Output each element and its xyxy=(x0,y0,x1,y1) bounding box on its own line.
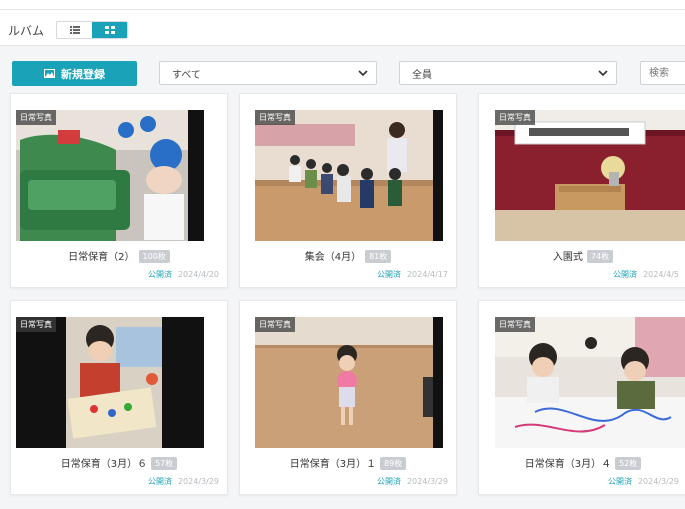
grid-icon xyxy=(104,26,115,34)
new-album-button[interactable]: 新規登録 xyxy=(12,61,137,86)
album-title: 集会（4月） xyxy=(304,252,362,263)
search-input[interactable] xyxy=(640,61,685,85)
top-bar: ルバム xyxy=(0,0,685,46)
status-label: 公開済 xyxy=(613,270,638,279)
chevron-down-icon xyxy=(358,70,368,77)
album-date: 2024/3/29 xyxy=(637,477,679,486)
photo-count-badge: 81枚 xyxy=(365,250,392,263)
grid-view-button[interactable] xyxy=(92,22,127,38)
album-meta: 公開済 2024/3/29 xyxy=(608,476,679,487)
album-thumbnail[interactable]: 日常写真 xyxy=(255,317,443,448)
photo-count-badge: 89枚 xyxy=(380,457,407,470)
album-card[interactable]: 日常写真 日常保育（2） 100枚 公開済 2024/4/20 xyxy=(10,93,228,288)
album-meta: 公開済 2024/4/17 xyxy=(377,269,448,280)
status-label: 公開済 xyxy=(376,477,401,486)
status-label: 公開済 xyxy=(147,270,172,279)
view-toggle[interactable] xyxy=(56,21,128,39)
category-tag: 日常写真 xyxy=(16,317,56,332)
album-title-row: 入園式 74枚 xyxy=(479,248,685,263)
image-icon xyxy=(44,69,55,78)
album-card[interactable]: 日常写真 入園式 74枚 公開済 2024/4/5 xyxy=(478,93,685,288)
album-thumbnail[interactable]: 日常写真 xyxy=(255,110,443,241)
category-tag: 日常写真 xyxy=(16,110,56,125)
list-icon xyxy=(69,26,80,34)
album-title: 日常保育（3月）１ xyxy=(289,459,377,470)
album-meta: 公開済 2024/4/5 xyxy=(613,269,679,280)
category-tag: 日常写真 xyxy=(255,110,295,125)
album-thumbnail[interactable]: 日常写真 xyxy=(16,317,204,448)
category-filter-value: すべて xyxy=(172,69,201,81)
category-tag: 日常写真 xyxy=(255,317,295,332)
photo-count-badge: 74枚 xyxy=(586,250,614,263)
category-tag: 日常写真 xyxy=(495,110,535,125)
status-label: 公開済 xyxy=(147,477,172,486)
album-title: 入園式 xyxy=(552,252,583,263)
new-album-label: 新規登録 xyxy=(61,67,105,81)
album-title-row: 日常保育（2） 100枚 xyxy=(11,248,227,263)
category-tag: 日常写真 xyxy=(495,317,535,332)
album-photo xyxy=(16,110,204,241)
album-meta: 公開済 2024/3/29 xyxy=(148,476,219,487)
status-label: 公開済 xyxy=(607,477,632,486)
album-title: 日常保育（3月）４ xyxy=(524,459,612,470)
album-photo xyxy=(495,317,685,448)
chevron-down-icon xyxy=(598,70,608,77)
toolbar: 新規登録 すべて 全員 xyxy=(0,46,685,96)
album-title-row: 日常保育（3月）４ 52枚 xyxy=(479,455,685,470)
album-meta: 公開済 2024/3/29 xyxy=(377,476,448,487)
album-thumbnail[interactable]: 日常写真 xyxy=(16,110,204,241)
list-view-button[interactable] xyxy=(57,22,92,38)
status-label: 公開済 xyxy=(376,270,401,279)
album-date: 2024/3/29 xyxy=(406,477,448,486)
photo-count-badge: 100枚 xyxy=(138,250,170,263)
album-title: 日常保育（2） xyxy=(68,252,135,263)
album-photo xyxy=(255,110,443,241)
album-title-row: 日常保育（3月）１ 89枚 xyxy=(240,455,456,470)
member-filter-value: 全員 xyxy=(412,69,432,81)
member-filter-select[interactable]: 全員 xyxy=(399,61,617,85)
top-divider xyxy=(0,9,685,10)
album-card[interactable]: 日常写真 日常保育（3月）６ 57枚 公開済 2024/3/29 xyxy=(10,300,228,495)
album-date: 2024/4/17 xyxy=(406,270,448,279)
album-title: 日常保育（3月）６ xyxy=(60,459,148,470)
album-photo xyxy=(16,317,204,448)
album-date: 2024/4/5 xyxy=(643,270,679,279)
album-meta: 公開済 2024/4/20 xyxy=(148,269,219,280)
category-filter-select[interactable]: すべて xyxy=(159,61,377,85)
album-date: 2024/4/20 xyxy=(177,270,219,279)
album-thumbnail[interactable]: 日常写真 xyxy=(495,110,685,241)
album-photo xyxy=(495,110,685,241)
album-title-row: 集会（4月） 81枚 xyxy=(240,248,456,263)
album-photo xyxy=(255,317,443,448)
album-card[interactable]: 日常写真 日常保育（3月）４ 52枚 公開済 2024/3/29 xyxy=(478,300,685,495)
album-date: 2024/3/29 xyxy=(177,477,219,486)
photo-count-badge: 57枚 xyxy=(151,457,178,470)
album-title-row: 日常保育（3月）６ 57枚 xyxy=(11,455,227,470)
photo-count-badge: 52枚 xyxy=(615,457,642,470)
album-card[interactable]: 日常写真 集会（4月） 81枚 公開済 2024/4/17 xyxy=(239,93,457,288)
album-thumbnail[interactable]: 日常写真 xyxy=(495,317,685,448)
page-title: ルバム xyxy=(8,24,45,38)
album-card[interactable]: 日常写真 日常保育（3月）１ 89枚 公開済 2024/3/29 xyxy=(239,300,457,495)
